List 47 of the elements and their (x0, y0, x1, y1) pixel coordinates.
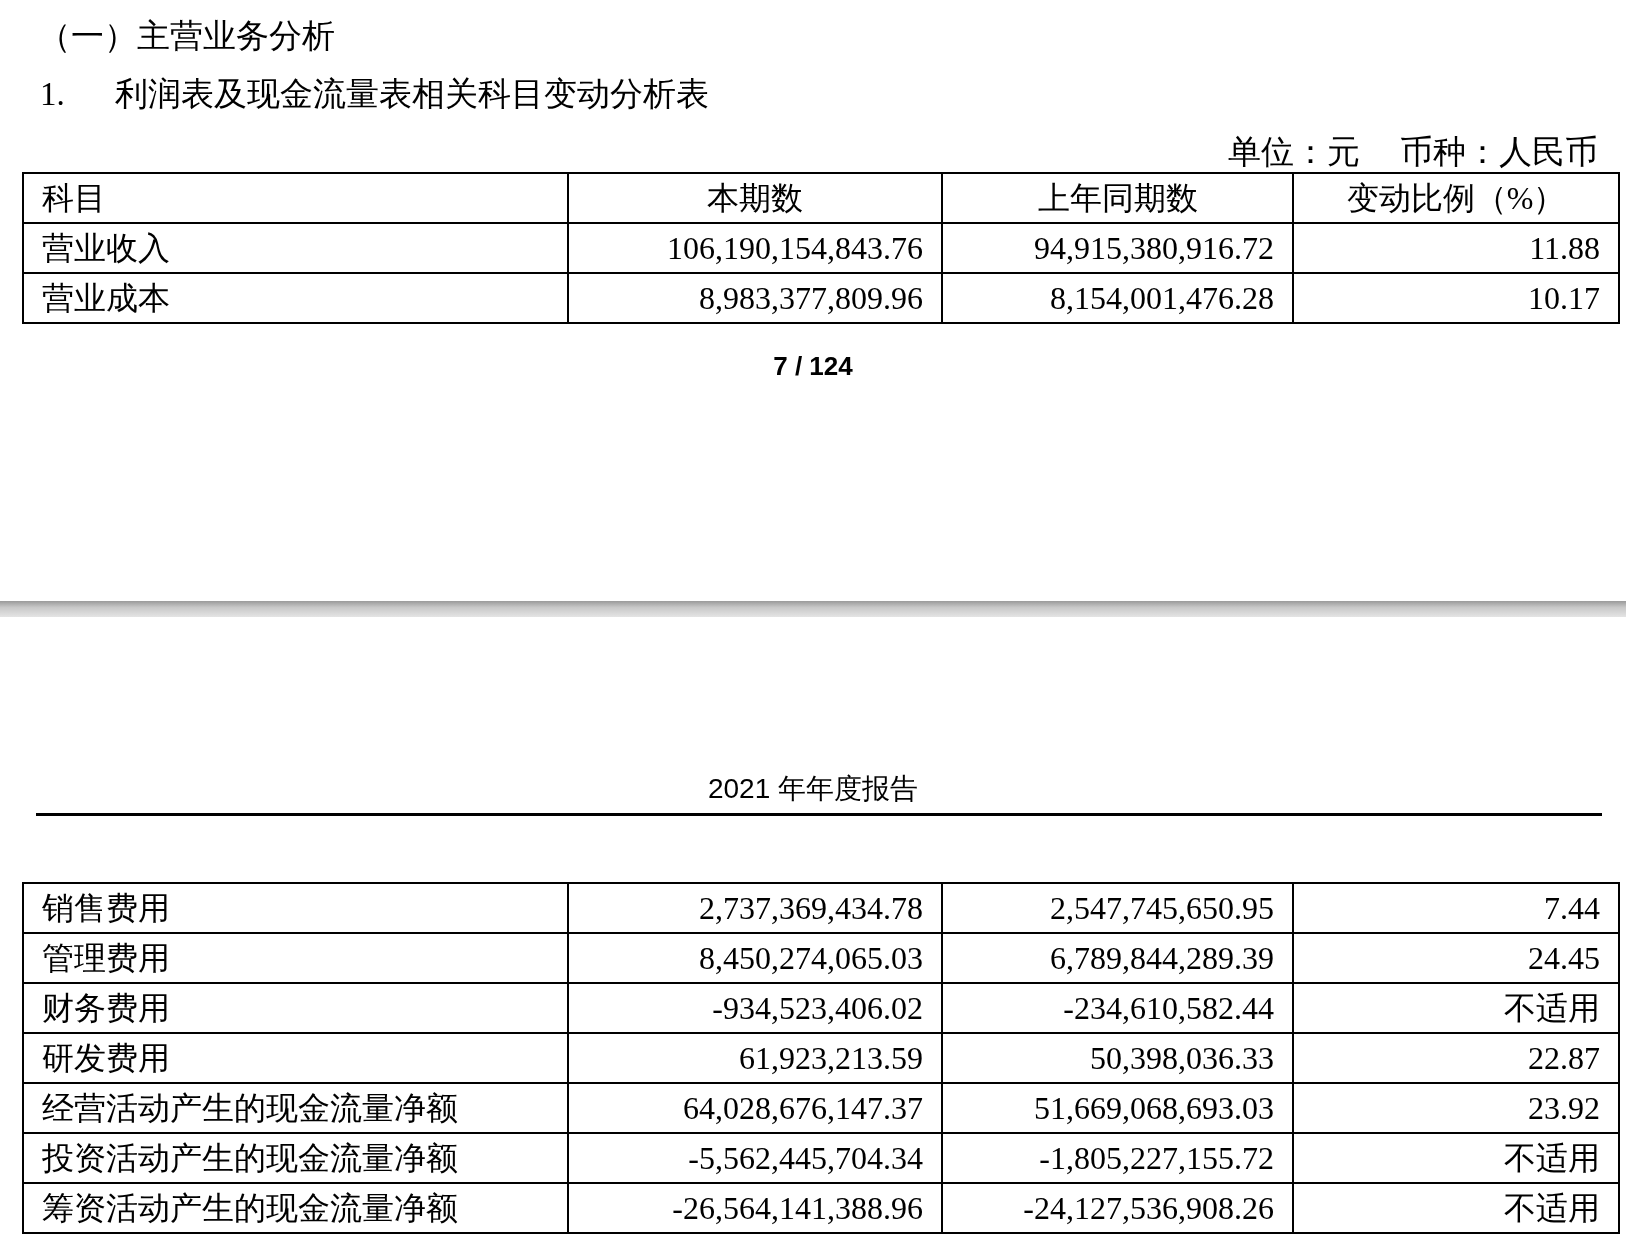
column-header: 变动比例（%） (1293, 173, 1619, 223)
table-title-number: 1. (40, 75, 66, 114)
table-cell: 50,398,036.33 (942, 1033, 1293, 1083)
table-cell: 不适用 (1293, 1183, 1619, 1233)
table-cell: 不适用 (1293, 983, 1619, 1033)
table-cell: 24.45 (1293, 933, 1619, 983)
table-cell: 营业成本 (23, 273, 568, 323)
table-cell: -934,523,406.02 (568, 983, 942, 1033)
table-cell: 23.92 (1293, 1083, 1619, 1133)
unit-note: 单位：元 (1228, 133, 1360, 172)
section-heading: （一）主营业务分析 (37, 17, 336, 56)
page-number: 7 / 124 (772, 350, 854, 383)
table-cell: -26,564,141,388.96 (568, 1183, 942, 1233)
table-cell: 管理费用 (23, 933, 568, 983)
currency-note: 币种：人民币 (1400, 133, 1598, 172)
table-cell: 筹资活动产生的现金流量净额 (23, 1183, 568, 1233)
table-cell: 研发费用 (23, 1033, 568, 1083)
table-cell: -24,127,536,908.26 (942, 1183, 1293, 1233)
table-cell: 投资活动产生的现金流量净额 (23, 1133, 568, 1183)
table-title: 利润表及现金流量表相关科目变动分析表 (115, 75, 709, 114)
table-cell: 64,028,676,147.37 (568, 1083, 942, 1133)
running-header: 2021 年年度报告 (706, 772, 920, 806)
column-header: 科目 (23, 173, 568, 223)
table-cell: 6,789,844,289.39 (942, 933, 1293, 983)
table-cell: 51,669,068,693.03 (942, 1083, 1293, 1133)
table-cell: 财务费用 (23, 983, 568, 1033)
table-cell: 8,154,001,476.28 (942, 273, 1293, 323)
table-cell: 经营活动产生的现金流量净额 (23, 1083, 568, 1133)
table-cell: 不适用 (1293, 1133, 1619, 1183)
table-cell: 7.44 (1293, 883, 1619, 933)
table-cell: -1,805,227,155.72 (942, 1133, 1293, 1183)
column-header: 上年同期数 (942, 173, 1293, 223)
table-cell: 销售费用 (23, 883, 568, 933)
table-cell: 8,983,377,809.96 (568, 273, 942, 323)
table-cell: 2,737,369,434.78 (568, 883, 942, 933)
table-cell: 106,190,154,843.76 (568, 223, 942, 273)
table-cell: 8,450,274,065.03 (568, 933, 942, 983)
table-cell: 营业收入 (23, 223, 568, 273)
table-cell: -5,562,445,704.34 (568, 1133, 942, 1183)
table-cell: 22.87 (1293, 1033, 1619, 1083)
column-header: 本期数 (568, 173, 942, 223)
table-cell: -234,610,582.44 (942, 983, 1293, 1033)
table-cell: 61,923,213.59 (568, 1033, 942, 1083)
table-cell: 2,547,745,650.95 (942, 883, 1293, 933)
table-cell: 10.17 (1293, 273, 1619, 323)
table-cell: 11.88 (1293, 223, 1619, 273)
table-cell: 94,915,380,916.72 (942, 223, 1293, 273)
